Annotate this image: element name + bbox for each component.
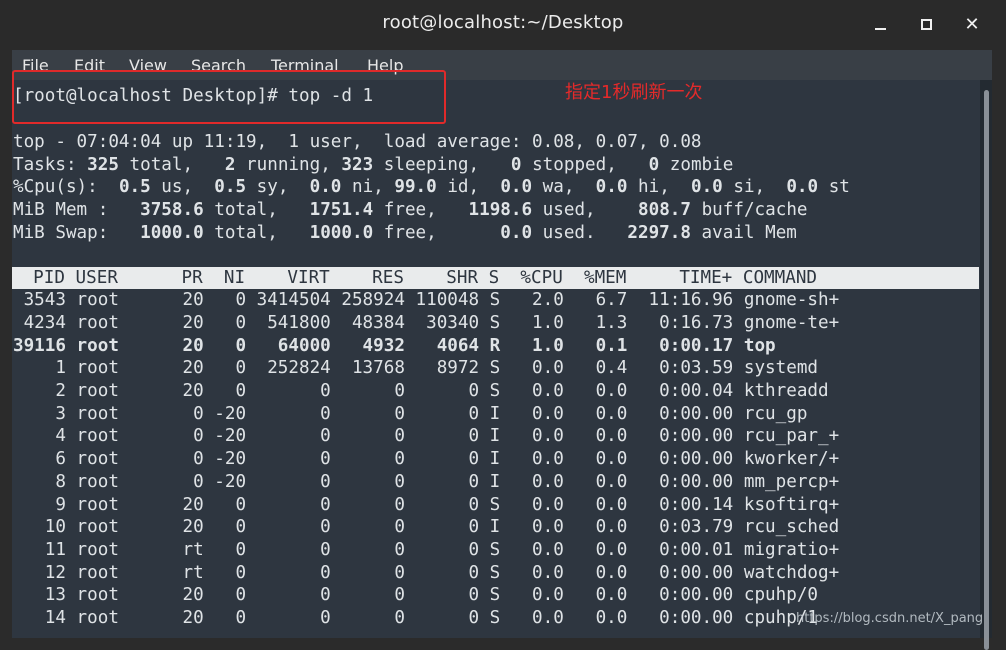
process-row: 4234 root 20 0 541800 48384 30340 S 1.0 … xyxy=(13,312,840,333)
close-button[interactable]: ✕ xyxy=(960,14,984,36)
swap-summary: MiB Swap: 1000.0 total, 1000.0 free, 0.0… xyxy=(13,222,797,243)
close-icon: ✕ xyxy=(964,14,980,35)
process-row: 10 root 20 0 0 0 0 I 0.0 0.0 0:03.79 rcu… xyxy=(13,517,840,538)
process-table-header: PID USER PR NI VIRT RES SHR S %CPU %MEM … xyxy=(12,266,979,290)
process-row: 9 root 20 0 0 0 0 S 0.0 0.0 0:00.14 ksof… xyxy=(13,494,840,515)
maximize-button[interactable] xyxy=(914,14,938,36)
process-row: 8 root 0 -20 0 0 0 I 0.0 0.0 0:00.00 mm_… xyxy=(13,471,840,492)
window-title: root@localhost:~/Desktop xyxy=(382,12,624,33)
process-row: 1 root 20 0 252824 13768 8972 S 0.0 0.4 … xyxy=(13,358,819,379)
top-uptime-line: top - 07:04:04 up 11:19, 1 user, load av… xyxy=(13,132,702,152)
terminal-scrollbar[interactable] xyxy=(980,80,992,650)
process-row: 3543 root 20 0 3414504 258924 110048 S 2… xyxy=(13,290,840,311)
tasks-summary: Tasks: 325 total, 2 running, 323 sleepin… xyxy=(13,154,734,175)
process-row: 4 root 0 -20 0 0 0 I 0.0 0.0 0:00.00 rcu… xyxy=(13,426,840,447)
process-row-top: 39116 root 20 0 64000 4932 4064 R 1.0 0.… xyxy=(13,335,776,356)
watermark: https://blog.csdn.net/X_pang xyxy=(796,611,984,626)
scrollbar-thumb[interactable] xyxy=(984,90,989,650)
process-row: 12 root rt 0 0 0 0 S 0.0 0.0 0:00.00 wat… xyxy=(13,562,840,583)
process-row: 3 root 0 -20 0 0 0 I 0.0 0.0 0:00.00 rcu… xyxy=(13,403,808,424)
process-row: 2 root 20 0 0 0 0 S 0.0 0.0 0:00.04 kthr… xyxy=(13,381,829,401)
window-titlebar[interactable]: root@localhost:~/Desktop ✕ xyxy=(0,0,1006,50)
annotation-highlight-box xyxy=(12,70,446,124)
minimize-button[interactable] xyxy=(868,14,892,36)
process-row: 11 root rt 0 0 0 0 S 0.0 0.0 0:00.01 mig… xyxy=(13,539,840,560)
mem-summary: MiB Mem : 3758.6 total, 1751.4 free, 119… xyxy=(13,200,808,221)
annotation-note: 指定1秒刷新一次 xyxy=(565,82,703,103)
cpu-summary: %Cpu(s): 0.5 us, 0.5 sy, 0.0 ni, 99.0 id… xyxy=(13,177,850,198)
terminal-area[interactable]: [root@localhost Desktop]# top -d 1 top -… xyxy=(12,80,980,638)
process-row: 14 root 20 0 0 0 0 S 0.0 0.0 0:00.00 cpu… xyxy=(13,608,819,628)
process-row: 13 root 20 0 0 0 0 S 0.0 0.0 0:00.00 cpu… xyxy=(13,585,819,606)
maximize-icon xyxy=(920,19,932,30)
process-row: 6 root 0 -20 0 0 0 I 0.0 0.0 0:00.00 kwo… xyxy=(13,449,840,470)
minimize-icon xyxy=(874,28,886,30)
